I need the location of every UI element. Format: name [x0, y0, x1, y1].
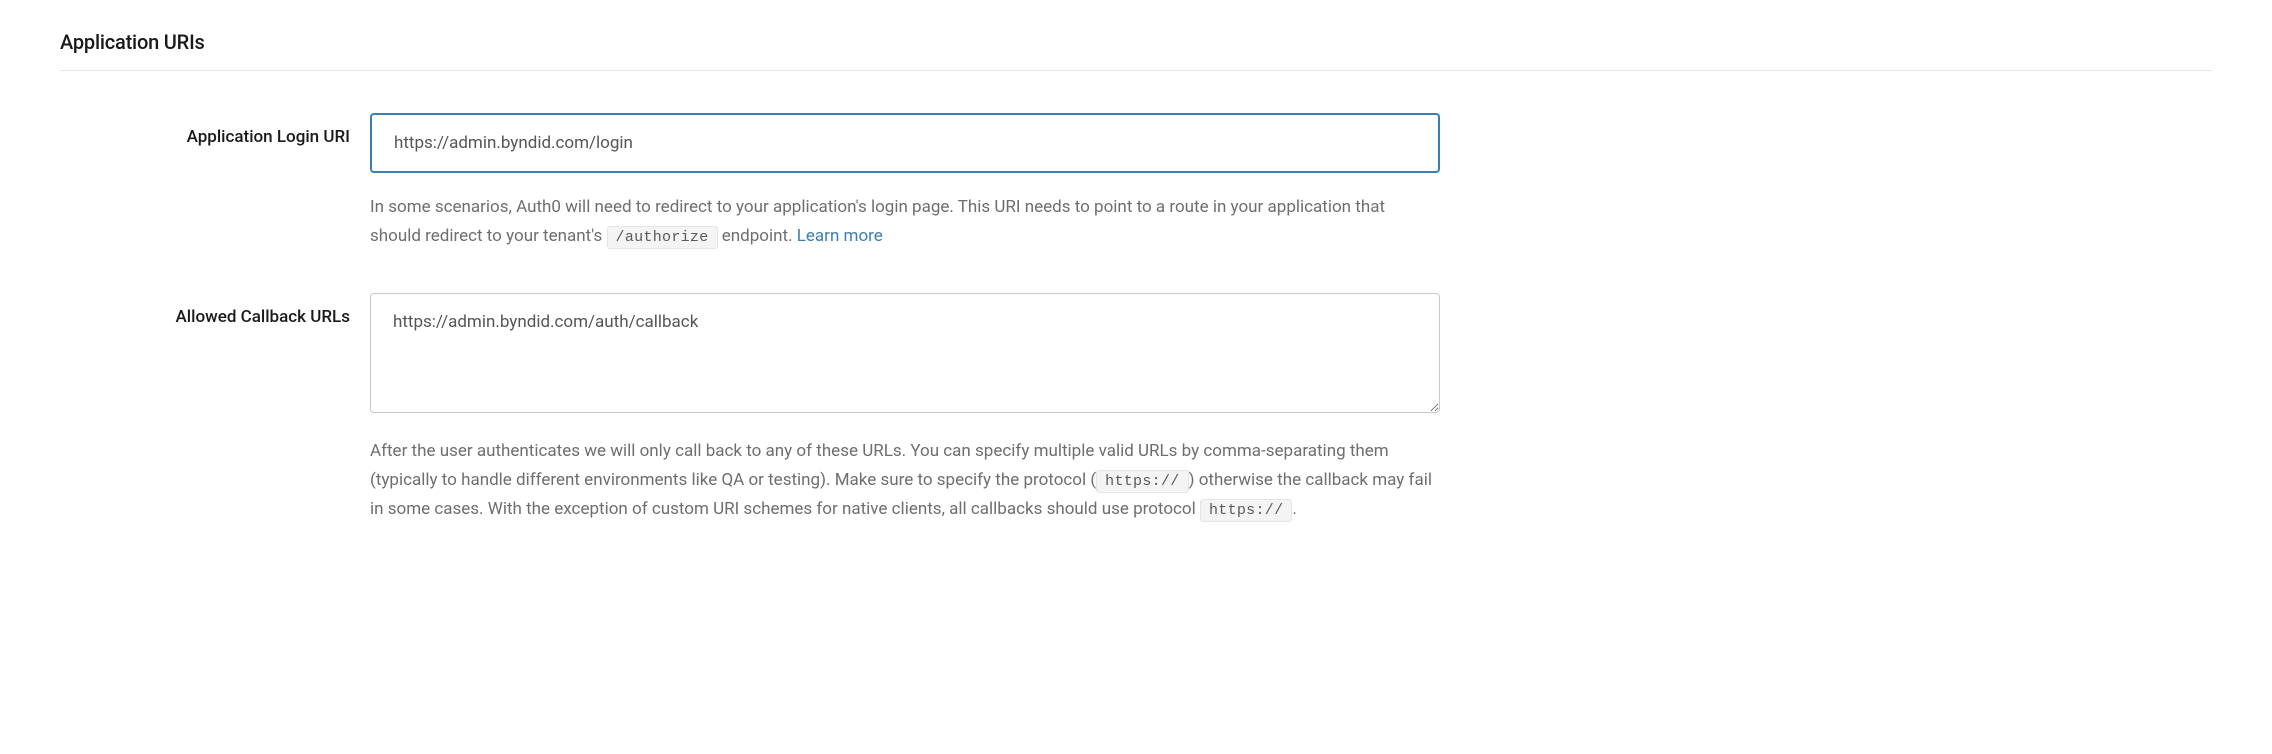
callback-urls-code-2: https://: [1200, 499, 1292, 522]
login-uri-learn-more[interactable]: Learn more: [797, 226, 883, 246]
section-title: Application URIs: [60, 30, 2212, 71]
login-uri-label-col: Application Login URI: [60, 113, 370, 251]
login-uri-input[interactable]: [370, 113, 1440, 173]
callback-urls-label-col: Allowed Callback URLs: [60, 293, 370, 524]
callback-urls-input-col: https://admin.byndid.com/auth/callback A…: [370, 293, 1440, 524]
callback-urls-code-1: https://: [1096, 470, 1188, 493]
login-uri-row: Application Login URI In some scenarios,…: [60, 113, 2212, 251]
callback-urls-textarea[interactable]: https://admin.byndid.com/auth/callback: [370, 293, 1440, 413]
callback-urls-help-text-3: .: [1292, 499, 1296, 519]
callback-urls-row: Allowed Callback URLs https://admin.bynd…: [60, 293, 2212, 524]
login-uri-help: In some scenarios, Auth0 will need to re…: [370, 193, 1440, 251]
callback-urls-label: Allowed Callback URLs: [60, 307, 350, 327]
callback-urls-help: After the user authenticates we will onl…: [370, 437, 1440, 524]
login-uri-input-col: In some scenarios, Auth0 will need to re…: [370, 113, 1440, 251]
login-uri-label: Application Login URI: [60, 127, 350, 147]
login-uri-help-text-2: endpoint.: [718, 226, 797, 246]
login-uri-code: /authorize: [607, 226, 718, 249]
